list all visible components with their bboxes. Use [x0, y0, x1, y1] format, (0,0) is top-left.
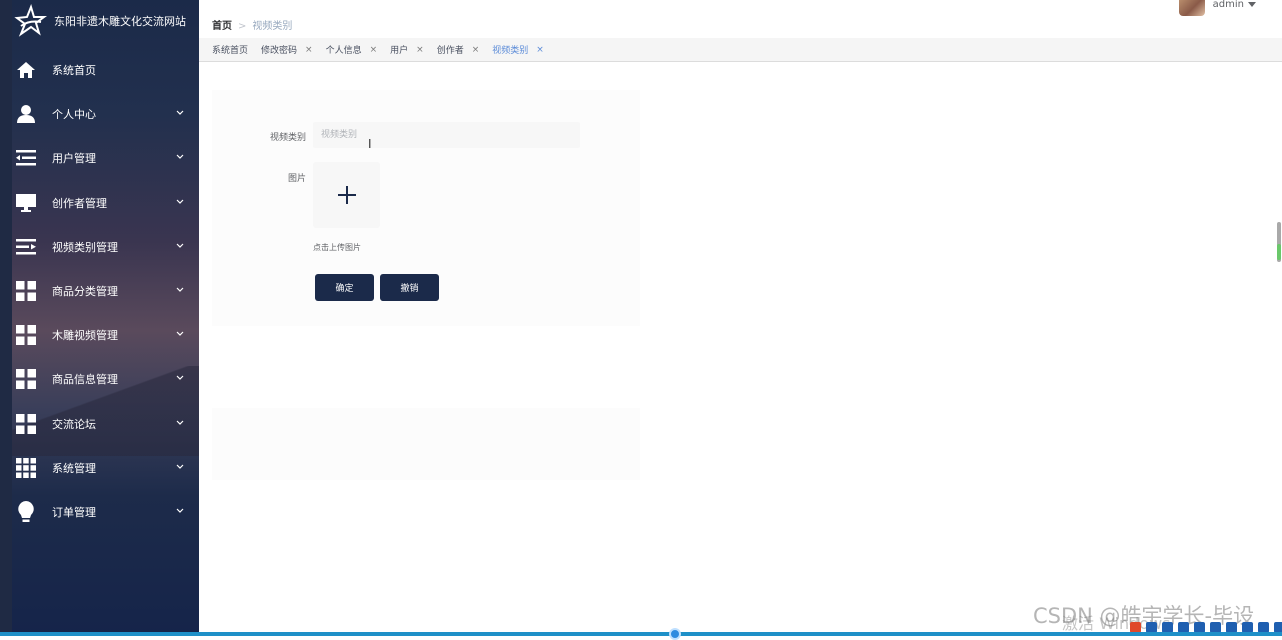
tab-change-password[interactable]: 修改密码 × — [261, 43, 313, 57]
left-edge — [0, 0, 12, 636]
chevron-down-icon — [176, 464, 184, 469]
chevron-down-icon — [176, 420, 184, 425]
sidebar-item-personal-center[interactable]: 个人中心 — [12, 92, 199, 136]
sidebar-item-label: 木雕视频管理 — [52, 329, 118, 343]
tabs-bar: 系统首页 修改密码 × 个人信息 × 用户 × 创作者 × 视频类别 × — [199, 38, 1282, 62]
app-title: 东阳非遗木雕文化交流网站 — [54, 15, 186, 28]
close-icon[interactable]: × — [472, 45, 480, 55]
chevron-down-icon — [176, 375, 184, 381]
chevron-down-icon — [176, 199, 184, 204]
breadcrumb-home[interactable]: 首页 — [212, 21, 232, 32]
scrollbar-indicator — [1277, 244, 1281, 260]
cancel-button[interactable]: 撤销 — [380, 274, 439, 301]
image-label: 图片 — [287, 174, 306, 184]
home-icon — [14, 58, 38, 82]
brand: 东阳非遗木雕文化交流网站 — [12, 0, 199, 42]
breadcrumb: 首页 > 视频类别 — [212, 17, 292, 32]
star-logo-icon — [12, 3, 48, 39]
sidebar-item-label: 个人中心 — [52, 108, 96, 122]
sidebar-item-order-management[interactable]: 订单管理 — [12, 490, 199, 534]
form-panel-lower — [212, 408, 640, 480]
sidebar-item-product-info-management[interactable]: 商品信息管理 — [12, 357, 199, 401]
bulb-icon — [14, 500, 38, 524]
sidebar: 东阳非遗木雕文化交流网站 系统首页 个人中心 用户管理 创作者管理 视频类别管理… — [12, 0, 199, 636]
tab-label: 修改密码 — [261, 46, 298, 56]
sidebar-item-user-management[interactable]: 用户管理 — [12, 136, 199, 180]
text-cursor-icon: I — [368, 137, 372, 151]
sidebar-menu: 系统首页 个人中心 用户管理 创作者管理 视频类别管理 商品分类管理 木雕视频管… — [12, 48, 199, 534]
grid-icon — [14, 412, 38, 436]
monitor-icon — [14, 191, 38, 215]
confirm-button[interactable]: 确定 — [315, 274, 374, 301]
tab-personal-info[interactable]: 个人信息 × — [325, 43, 378, 57]
top-bar: 首页 > 视频类别 admin — [199, 0, 1282, 39]
sidebar-item-label: 创作者管理 — [52, 196, 107, 210]
tab-video-category[interactable]: 视频类别 × — [492, 43, 544, 57]
grid-icon — [14, 279, 38, 303]
username[interactable]: admin — [1213, 0, 1244, 10]
category-input-placeholder: 视频类别 — [321, 130, 358, 140]
tab-users[interactable]: 用户 × — [390, 43, 424, 57]
close-icon[interactable]: × — [370, 45, 378, 55]
avatar[interactable] — [1178, 0, 1205, 16]
upload-tip: 点击上传图片 — [313, 243, 361, 252]
chevron-down-icon — [176, 287, 184, 292]
sidebar-item-system-management[interactable]: 系统管理 — [12, 446, 199, 490]
close-icon[interactable]: × — [305, 45, 313, 55]
indent-icon — [14, 146, 38, 170]
tab-label: 创作者 — [436, 46, 464, 56]
sidebar-item-label: 系统首页 — [52, 64, 96, 78]
sidebar-item-label: 订单管理 — [52, 505, 96, 519]
tab-label: 个人信息 — [325, 46, 362, 56]
chevron-down-icon — [176, 243, 184, 248]
sidebar-item-label: 商品分类管理 — [52, 285, 118, 299]
tab-creators[interactable]: 创作者 × — [436, 43, 480, 57]
sidebar-item-label: 视频类别管理 — [52, 240, 118, 254]
breadcrumb-current: 视频类别 — [252, 21, 293, 32]
caret-down-icon[interactable] — [1248, 1, 1256, 7]
sidebar-item-video-category-management[interactable]: 视频类别管理 — [12, 225, 199, 269]
plus-icon — [337, 186, 356, 204]
recording-dot-icon[interactable] — [669, 628, 681, 640]
sidebar-item-home[interactable]: 系统首页 — [12, 48, 199, 92]
category-input[interactable]: 视频类别 — [313, 122, 580, 148]
sidebar-item-woodcarving-video-management[interactable]: 木雕视频管理 — [12, 313, 199, 357]
close-icon[interactable]: × — [536, 45, 544, 55]
sidebar-item-label: 交流论坛 — [52, 417, 96, 431]
chevron-down-icon — [176, 110, 184, 116]
sidebar-item-label: 用户管理 — [52, 152, 96, 166]
category-label: 视频类别 — [269, 133, 306, 143]
tab-home[interactable]: 系统首页 — [212, 43, 248, 56]
grid-icon — [14, 367, 38, 391]
sidebar-item-creator-management[interactable]: 创作者管理 — [12, 181, 199, 225]
list-play-icon — [14, 235, 38, 259]
user-icon — [14, 102, 38, 126]
sidebar-item-product-category-management[interactable]: 商品分类管理 — [12, 269, 199, 313]
sidebar-item-forum[interactable]: 交流论坛 — [12, 402, 199, 446]
grid-9-icon — [14, 456, 38, 480]
sidebar-item-label: 商品信息管理 — [52, 373, 118, 387]
bottom-progress-bar — [0, 632, 1282, 636]
close-icon[interactable]: × — [416, 45, 424, 55]
chevron-down-icon — [176, 331, 184, 337]
image-upload[interactable] — [313, 162, 380, 228]
breadcrumb-separator: > — [238, 21, 247, 32]
tab-label: 用户 — [390, 46, 409, 56]
sidebar-item-label: 系统管理 — [52, 461, 96, 475]
chevron-down-icon — [176, 508, 184, 513]
tab-label: 系统首页 — [212, 46, 249, 56]
grid-icon — [14, 323, 38, 347]
chevron-down-icon — [176, 155, 184, 160]
tab-label: 视频类别 — [492, 46, 529, 56]
user-menu[interactable]: admin — [1178, 0, 1256, 16]
